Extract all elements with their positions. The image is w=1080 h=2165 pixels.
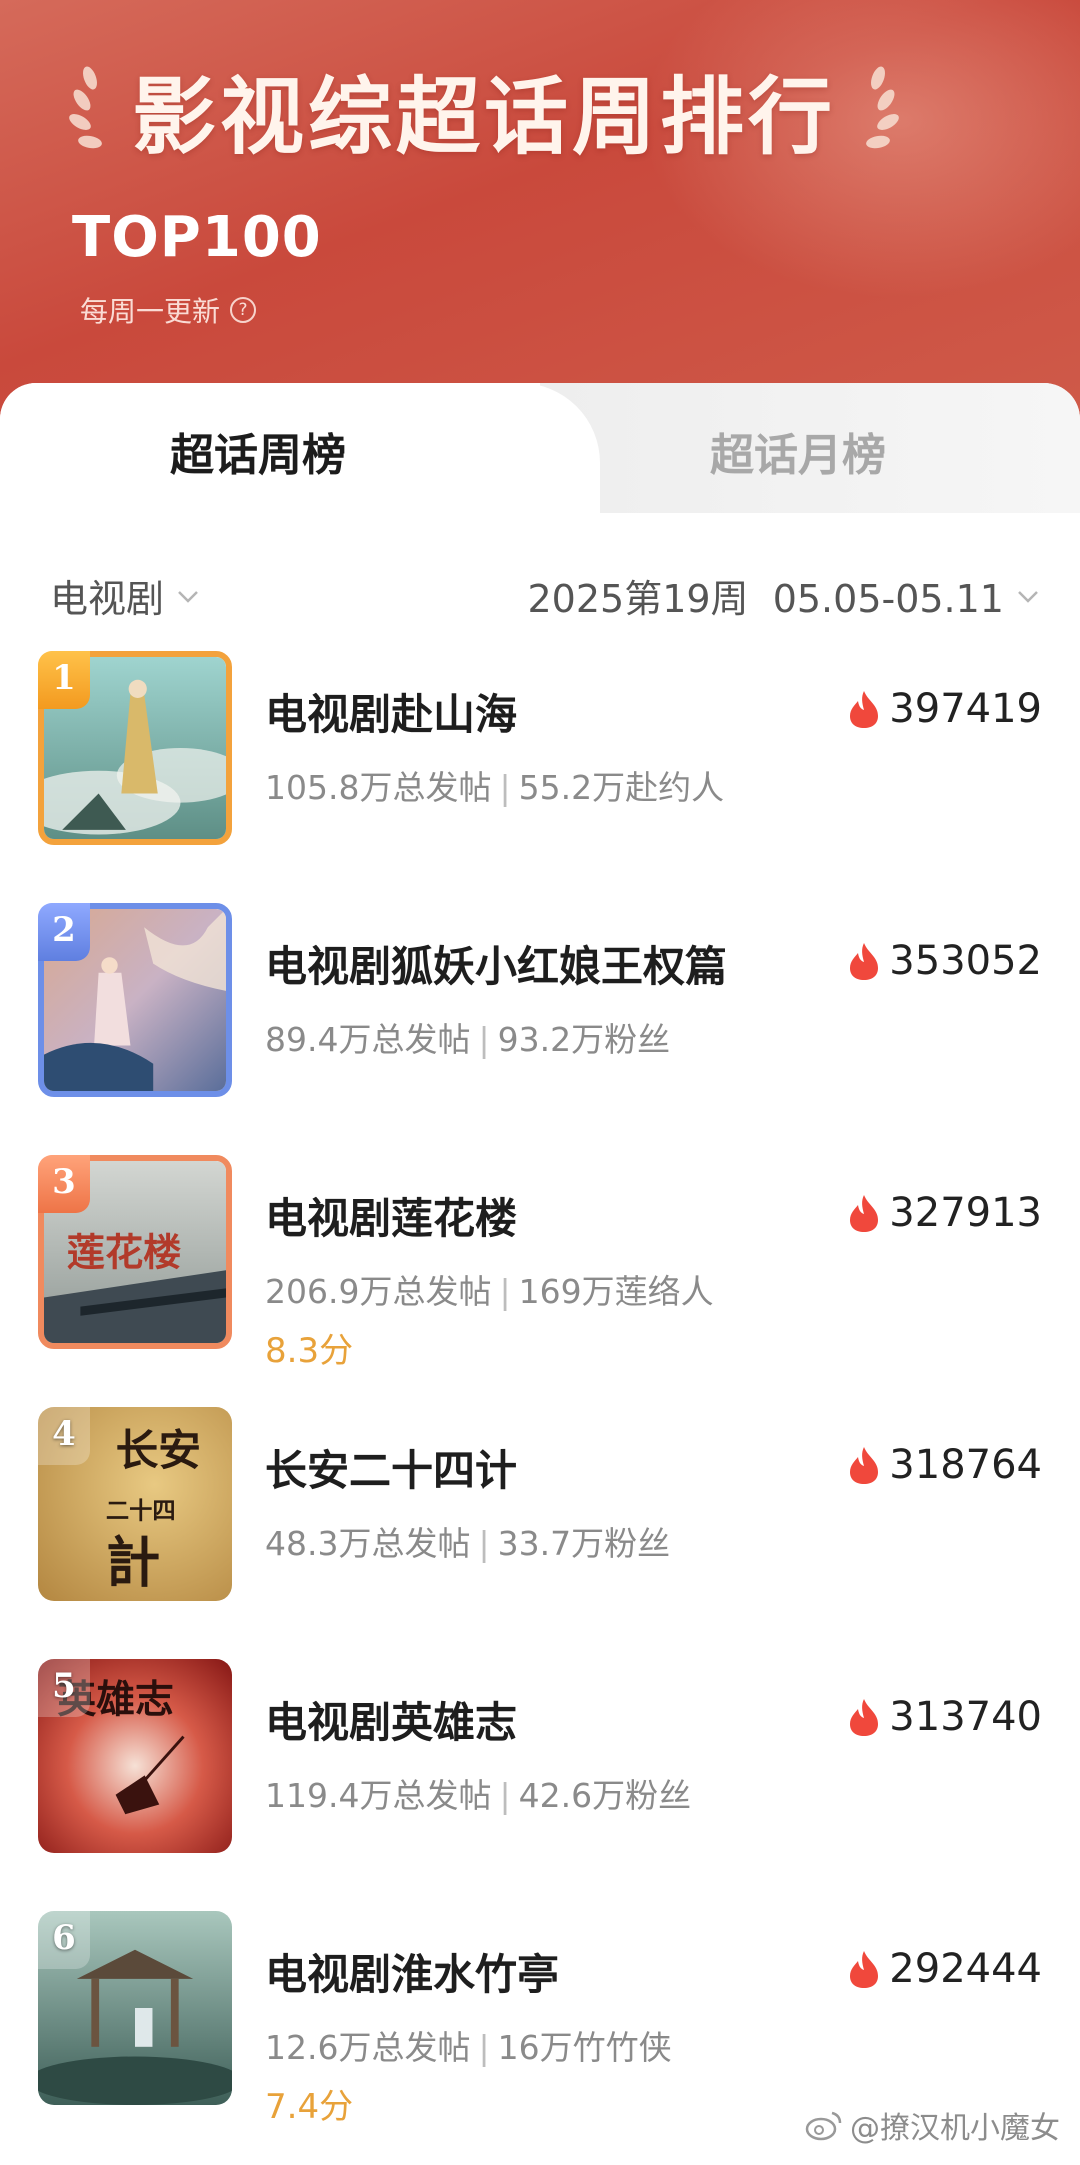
list-item[interactable]: 莲花楼 3 电视剧莲花楼 206.9万总发帖 | 169万莲络人 8.3分 3279… [0,1155,1080,1407]
heat-score: 318764 [847,1442,1042,1488]
update-note-row[interactable]: 每周一更新 ? [80,290,257,330]
stats-divider: | [478,2028,490,2067]
list-item[interactable]: 2 电视剧狐妖小红娘王权篇 89.4万总发帖 | 93.2万粉丝 353052 [0,903,1080,1155]
cover-title-text: 莲花楼 [67,1231,182,1276]
item-posts: 105.8万总发帖 [265,768,492,807]
period-dropdown-label: 2025第19周 05.05-05.11 [527,577,1004,621]
item-stats: 48.3万总发帖 | 33.7万粉丝 [265,1517,670,1565]
item-followers: 93.2万粉丝 [497,1020,671,1059]
flame-icon [850,1699,879,1736]
flame-icon [850,1447,879,1484]
item-title[interactable]: 电视剧淮水竹亭 [265,1941,559,2002]
rating-score: 8.3分 [265,1331,354,1371]
item-followers: 42.6万粉丝 [518,1776,692,1815]
item-title[interactable]: 长安二十四计 [265,1437,517,1498]
heat-value: 397419 [889,686,1042,732]
tab-weekly[interactable]: 超话周榜 [166,419,350,483]
item-followers: 33.7万粉丝 [497,1524,671,1563]
filter-row: 电视剧 2025第19周 05.05-05.11 [0,568,1080,628]
ranking-tabs: 超话周榜 超话月榜 [0,383,1080,523]
heat-value: 292444 [889,1946,1042,1992]
stats-divider: | [499,1776,511,1815]
ranking-list: 1 电视剧赴山海 105.8万总发帖 | 55.2万赴约人 397419 2 电… [0,651,1080,2163]
heat-value: 353052 [889,938,1042,984]
top100-label: TOP100 [72,205,322,270]
rank-badge: 1 [38,651,90,709]
list-item[interactable]: 英雄志 5 电视剧英雄志 119.4万总发帖 | 42.6万粉丝 313740 [0,1659,1080,1911]
item-stats: 119.4万总发帖 | 42.6万粉丝 [265,1769,691,1817]
laurel-right-icon [866,66,899,149]
item-followers: 55.2万赴约人 [518,768,725,807]
item-posts: 12.6万总发帖 [265,2028,471,2067]
chevron-down-icon [178,590,198,603]
item-followers: 169万莲络人 [518,1272,714,1311]
watermark-text: @撩汉机小魔女 [850,2111,1060,2146]
heat-score: 313740 [847,1694,1042,1740]
rank-badge: 3 [38,1155,90,1213]
chevron-down-icon [1018,590,1038,603]
item-stats: 105.8万总发帖 | 55.2万赴约人 [265,761,724,809]
heat-score: 353052 [847,938,1042,984]
heat-score: 397419 [847,686,1042,732]
item-title[interactable]: 电视剧英雄志 [265,1689,517,1750]
laurel-left-icon [69,66,102,149]
stats-divider: | [478,1524,490,1563]
rating-score: 7.4分 [265,2087,354,2127]
period-dropdown[interactable]: 2025第19周 05.05-05.11 [527,568,1042,623]
item-title[interactable]: 电视剧赴山海 [265,681,517,742]
stats-divider: | [478,1020,490,1059]
tab-monthly[interactable]: 超话月榜 [710,419,886,483]
flame-icon [850,691,879,728]
stats-divider: | [499,768,511,807]
cover-title-text: 长安 [116,1426,201,1476]
flame-icon [850,1195,879,1232]
item-title[interactable]: 电视剧狐妖小红娘王权篇 [265,933,727,994]
category-dropdown-label: 电视剧 [50,577,165,621]
tab-weekly-label: 超话周榜 [170,430,346,481]
item-followers: 16万竹竹侠 [497,2028,672,2067]
item-stats: 12.6万总发帖 | 16万竹竹侠 [265,2021,672,2069]
tab-monthly-label: 超话月榜 [710,430,886,481]
category-dropdown[interactable]: 电视剧 [50,568,202,623]
help-icon[interactable]: ? [230,297,257,323]
item-posts: 48.3万总发帖 [265,1524,471,1563]
flame-icon [850,943,879,980]
heat-value: 327913 [889,1190,1042,1236]
item-stats: 206.9万总发帖 | 169万莲络人 [265,1265,714,1313]
item-posts: 206.9万总发帖 [265,1272,492,1311]
flame-icon [850,1951,879,1988]
ranking-panel: 超话周榜 超话月榜 电视剧 2025第19周 05.05-05.11 1 电视剧… [0,383,1080,2165]
rank-badge: 5 [38,1659,90,1717]
heat-value: 313740 [889,1694,1042,1740]
watermark: @撩汉机小魔女 [804,2103,1060,2147]
update-note-text: 每周一更新 [80,295,221,328]
rank-badge: 4 [38,1407,90,1465]
item-stats: 89.4万总发帖 | 93.2万粉丝 [265,1013,670,1061]
cover-title-text: 計 [106,1531,160,1595]
list-item[interactable]: 1 电视剧赴山海 105.8万总发帖 | 55.2万赴约人 397419 [0,651,1080,903]
heat-value: 318764 [889,1442,1042,1488]
weibo-logo-icon [805,2111,842,2141]
item-posts: 89.4万总发帖 [265,1020,471,1059]
heat-score: 327913 [847,1190,1042,1236]
item-title[interactable]: 电视剧莲花楼 [265,1185,517,1246]
page-title: 影视综超话周排行 [132,67,837,166]
header-banner: 影视综超话周排行 TOP100 每周一更新 ? [0,0,1080,420]
stats-divider: | [499,1272,511,1311]
item-posts: 119.4万总发帖 [265,1776,492,1815]
rank-badge: 6 [38,1911,90,1969]
rank-badge: 2 [38,903,90,961]
header-title-row: 影视综超话周排行 [60,50,908,170]
cover-title-text: 二十四 [106,1498,176,1525]
heat-score: 292444 [847,1946,1042,1992]
list-item[interactable]: 长安 二十四 計 4 长安二十四计 48.3万总发帖 | 33.7万粉丝 31876… [0,1407,1080,1659]
